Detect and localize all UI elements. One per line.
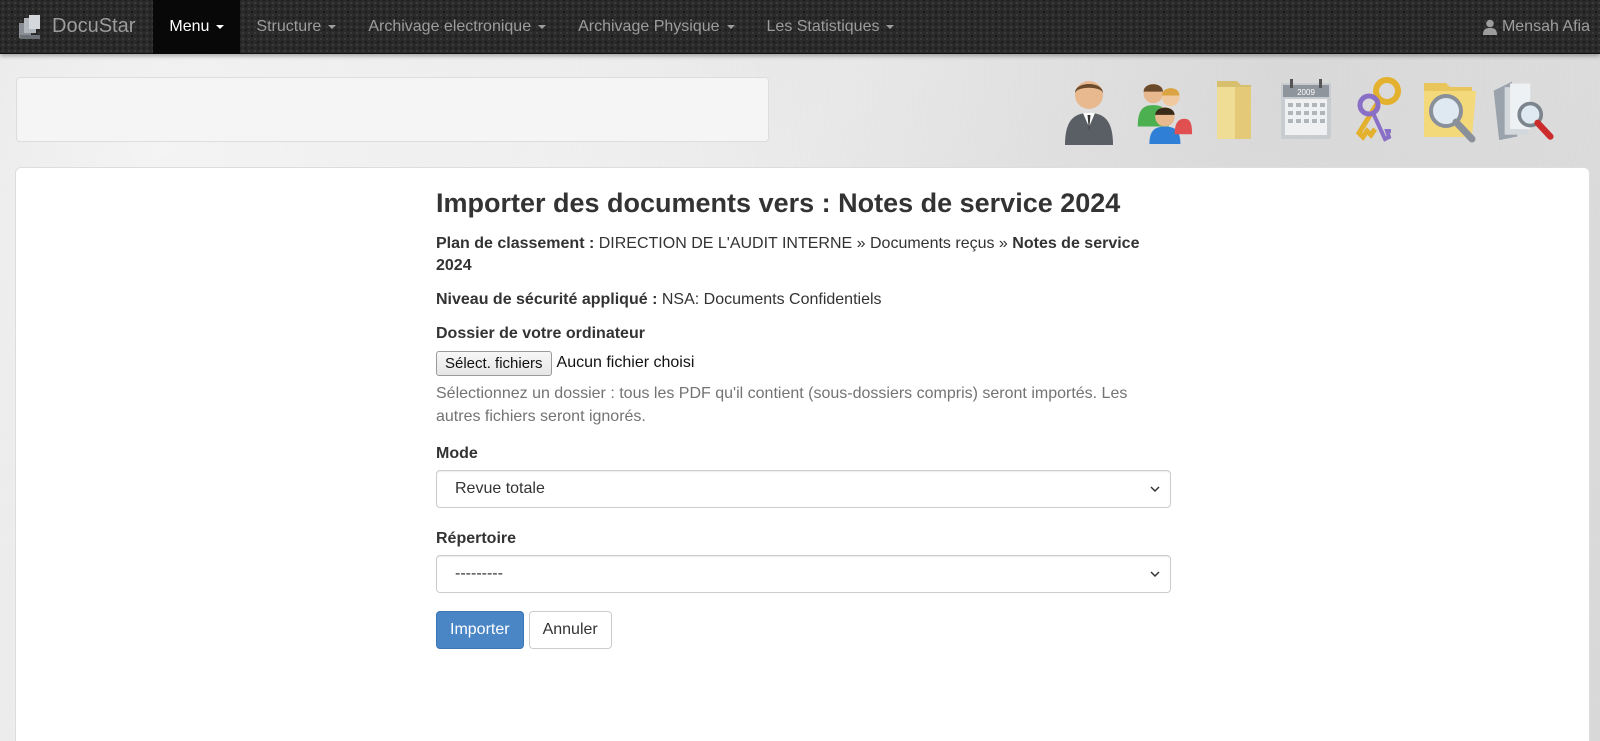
caret-down-icon <box>216 24 225 29</box>
docustar-logo-icon <box>19 14 40 39</box>
nav-statistiques-label: Les Statistiques <box>766 17 880 35</box>
user-name: Mensah Afia <box>1501 18 1590 35</box>
nav-archivage-electronique-label: Archivage electronique <box>368 17 532 35</box>
plan-path: DIRECTION DE L'AUDIT INTERNE » Documents… <box>598 235 1008 252</box>
caret-down-icon <box>726 24 735 29</box>
help-text: Sélectionnez un dossier : tous les PDF q… <box>436 385 1128 425</box>
repertoire-label: Répertoire <box>436 530 517 547</box>
folder-icon[interactable] <box>1202 74 1266 146</box>
form-actions: Importer Annuler <box>436 611 1171 649</box>
calendar-year: 2009 <box>1297 88 1315 97</box>
toolbar-icons: 2009 <box>1058 74 1554 148</box>
security-level: Niveau de sécurité appliqué : NSA: Docum… <box>436 289 1171 311</box>
main-panel: Importer des documents vers : Notes de s… <box>15 167 1590 741</box>
nav-menu[interactable]: Menu <box>153 0 241 54</box>
caret-down-icon <box>538 24 547 29</box>
keys-icon[interactable] <box>1346 74 1410 146</box>
top-info-panel <box>16 77 769 142</box>
mode-select[interactable]: Revue totale <box>436 470 1171 508</box>
nav-archivage-electronique[interactable]: Archivage electronique <box>352 0 562 54</box>
search-folder-icon[interactable] <box>1418 74 1482 146</box>
select-files-button[interactable]: Sélect. fichiers <box>436 350 552 376</box>
caret-down-icon <box>328 24 337 29</box>
chevron-down-icon <box>1150 571 1160 578</box>
caret-down-icon <box>886 24 895 29</box>
mode-value: Revue totale <box>455 480 545 497</box>
plan-classement: Plan de classement : DIRECTION DE L'AUDI… <box>436 233 1171 277</box>
nav-structure-label: Structure <box>256 17 322 35</box>
nav-archivage-physique-label: Archivage Physique <box>578 17 720 35</box>
user-menu[interactable]: Mensah Afia <box>1482 0 1590 54</box>
user-icon[interactable] <box>1058 74 1122 146</box>
mode-label: Mode <box>436 445 478 462</box>
plan-label: Plan de classement : <box>436 235 595 252</box>
chevron-down-icon <box>1150 486 1160 493</box>
repertoire-select[interactable]: --------- <box>436 555 1171 593</box>
folder-label: Dossier de votre ordinateur <box>436 325 645 342</box>
brand[interactable]: DocuStar <box>0 0 153 54</box>
nav-archivage-physique[interactable]: Archivage Physique <box>562 0 750 54</box>
cancel-button[interactable]: Annuler <box>528 611 612 649</box>
import-button[interactable]: Importer <box>436 611 524 649</box>
nav-statistiques[interactable]: Les Statistiques <box>751 0 911 54</box>
repertoire-value: --------- <box>455 565 503 582</box>
top-navbar: DocuStar Menu Structure Archivage electr… <box>0 0 1600 54</box>
page-title: Importer des documents vers : Notes de s… <box>436 188 1121 218</box>
import-form: Importer des documents vers : Notes de s… <box>436 186 1171 649</box>
security-value: NSA: Documents Confidentiels <box>661 291 882 308</box>
security-label: Niveau de sécurité appliqué : <box>436 291 658 308</box>
user-icon <box>1482 19 1497 35</box>
calendar-icon[interactable]: 2009 <box>1274 74 1338 146</box>
nav-menu-label: Menu <box>169 17 210 35</box>
file-input: Sélect. fichiers Aucun fichier choisi <box>436 350 1171 376</box>
nav-structure[interactable]: Structure <box>240 0 352 54</box>
file-status: Aucun fichier choisi <box>556 354 695 371</box>
users-group-icon[interactable] <box>1130 74 1194 146</box>
brand-name: DocuStar <box>52 15 136 37</box>
search-document-icon[interactable] <box>1490 74 1554 146</box>
